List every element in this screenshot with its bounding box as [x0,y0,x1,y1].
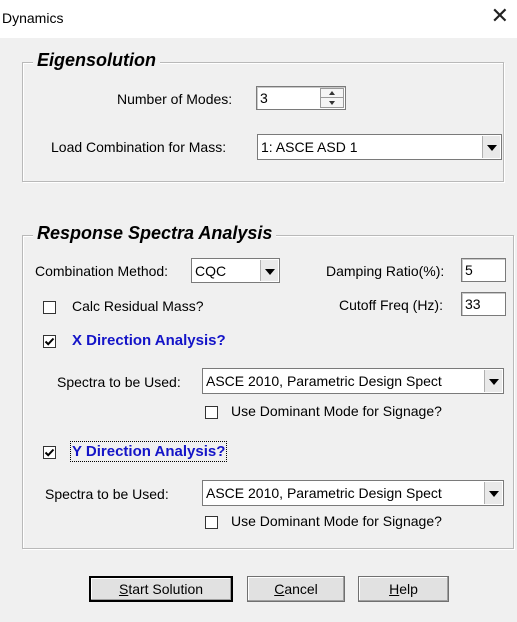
chevron-down-icon[interactable] [482,136,500,158]
checkmark-icon [44,448,55,457]
cutoff-freq-label: Cutoff Freq (Hz): [339,297,443,313]
y-direction-checkbox[interactable] [43,446,56,459]
cancel-button[interactable]: Cancel [247,576,345,602]
response-spectra-title: Response Spectra Analysis [33,223,277,244]
load-combo-value: 1: ASCE ASD 1 [261,139,358,155]
help-button[interactable]: Help [358,576,449,602]
help-mnemonic: H [389,581,400,597]
combination-method-select[interactable]: CQC [191,258,280,283]
checkmark-icon [44,337,55,346]
spin-up-icon[interactable] [321,89,343,98]
num-modes-spinner[interactable] [320,88,344,108]
chevron-down-icon[interactable] [260,260,278,281]
damping-ratio-label: Damping Ratio(%): [326,263,445,279]
x-spectra-value: ASCE 2010, Parametric Design Spect [206,373,442,389]
x-dominant-mode-label: Use Dominant Mode for Signage? [231,403,442,419]
cancel-label: ancel [284,581,318,597]
x-direction-checkbox[interactable] [43,335,56,348]
x-dominant-mode-checkbox[interactable] [205,406,218,419]
x-direction-label[interactable]: X Direction Analysis? [72,332,226,349]
calc-residual-checkbox[interactable] [43,301,56,314]
cutoff-freq-input[interactable]: 33 [461,292,506,316]
title-bar: Dynamics ✕ [0,0,517,38]
start-mnemonic: S [118,581,129,597]
chevron-down-icon[interactable] [484,370,502,392]
damping-ratio-input[interactable]: 5 [461,258,506,282]
y-spectra-value: ASCE 2010, Parametric Design Spect [206,485,442,501]
chevron-down-icon[interactable] [484,482,502,504]
spin-down-icon[interactable] [321,98,343,107]
eigensolution-group [22,62,504,182]
combination-method-label: Combination Method: [35,263,169,279]
y-spectra-select[interactable]: ASCE 2010, Parametric Design Spect [202,480,504,506]
calc-residual-label: Calc Residual Mass? [72,298,204,314]
cancel-mnemonic: C [274,581,285,597]
num-modes-label: Number of Modes: [117,91,233,107]
y-dominant-mode-label: Use Dominant Mode for Signage? [231,513,442,529]
window-title: Dynamics [2,10,64,26]
start-label: tart Solution [128,581,204,597]
start-solution-button[interactable]: Start Solution [89,576,233,602]
y-dominant-mode-checkbox[interactable] [205,516,218,529]
help-label: elp [399,581,418,597]
y-direction-label[interactable]: Y Direction Analysis? [69,441,228,462]
x-spectra-label: Spectra to be Used: [57,374,181,390]
combination-method-value: CQC [195,263,227,279]
num-modes-value: 3 [260,90,268,106]
eigensolution-title: Eigensolution [33,50,160,71]
cutoff-freq-value: 33 [465,296,481,312]
x-spectra-select[interactable]: ASCE 2010, Parametric Design Spect [202,368,504,394]
damping-ratio-value: 5 [465,262,473,278]
load-combo-label: Load Combination for Mass: [51,139,227,155]
close-icon[interactable]: ✕ [491,5,509,27]
load-combo-select[interactable]: 1: ASCE ASD 1 [257,134,502,160]
y-spectra-label: Spectra to be Used: [45,486,169,502]
